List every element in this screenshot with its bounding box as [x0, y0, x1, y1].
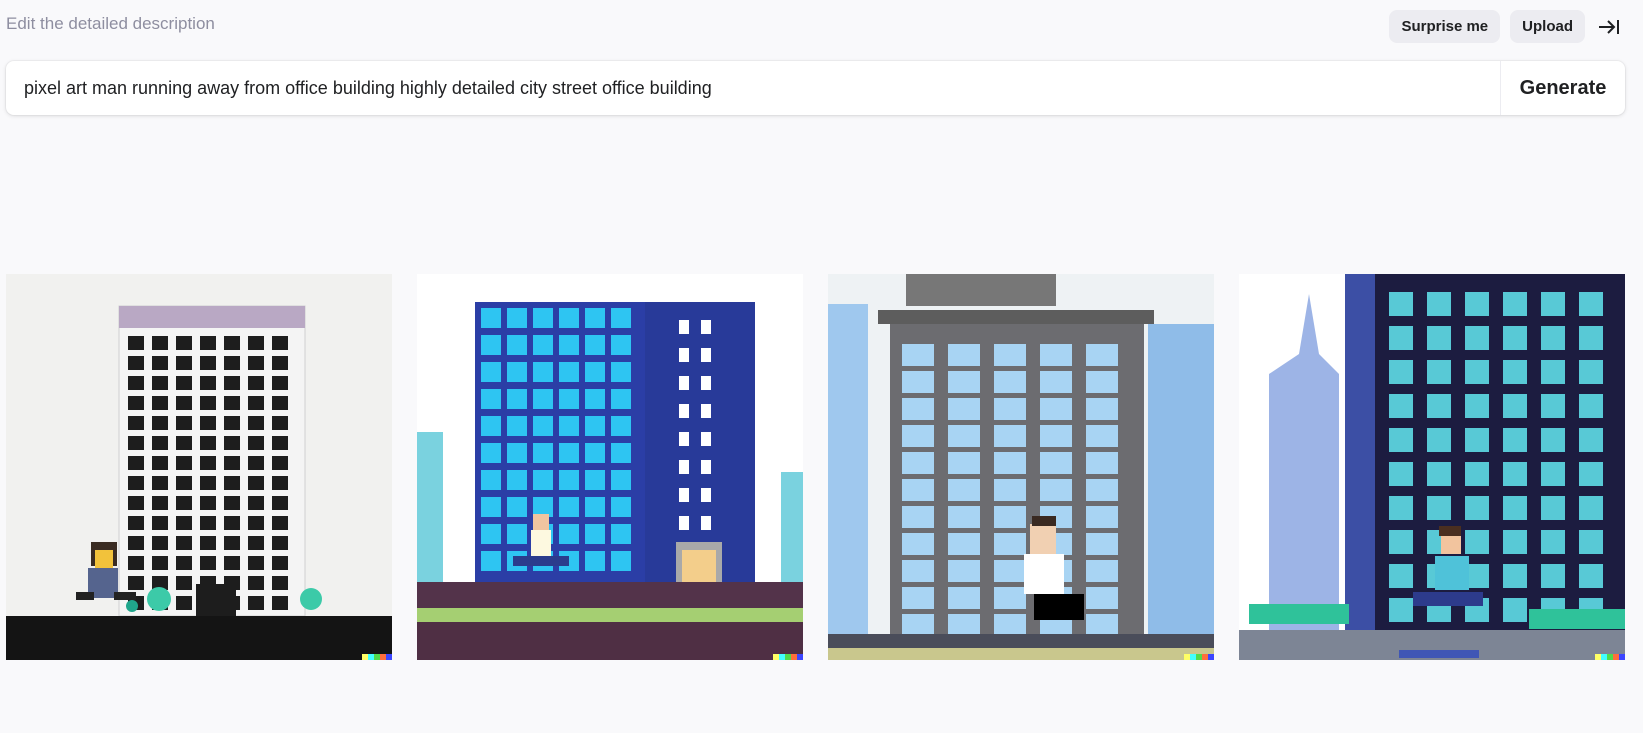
watermark: [1184, 654, 1214, 660]
result-image-1[interactable]: [6, 274, 392, 660]
watermark: [362, 654, 392, 660]
prompt-input[interactable]: [6, 61, 1500, 115]
generate-button[interactable]: Generate: [1500, 61, 1625, 115]
watermark: [1595, 654, 1625, 660]
top-actions: Surprise me Upload: [1389, 10, 1623, 43]
surprise-me-button[interactable]: Surprise me: [1389, 10, 1501, 43]
result-image-2[interactable]: [417, 274, 803, 660]
results-grid: [6, 274, 1625, 660]
prompt-bar: Generate: [6, 61, 1625, 115]
result-image-4[interactable]: [1239, 274, 1625, 660]
upload-button[interactable]: Upload: [1510, 10, 1585, 43]
result-image-3[interactable]: [828, 274, 1214, 660]
watermark: [773, 654, 803, 660]
description-hint: Edit the detailed description: [6, 14, 215, 33]
collapse-right-icon[interactable]: [1595, 13, 1623, 41]
